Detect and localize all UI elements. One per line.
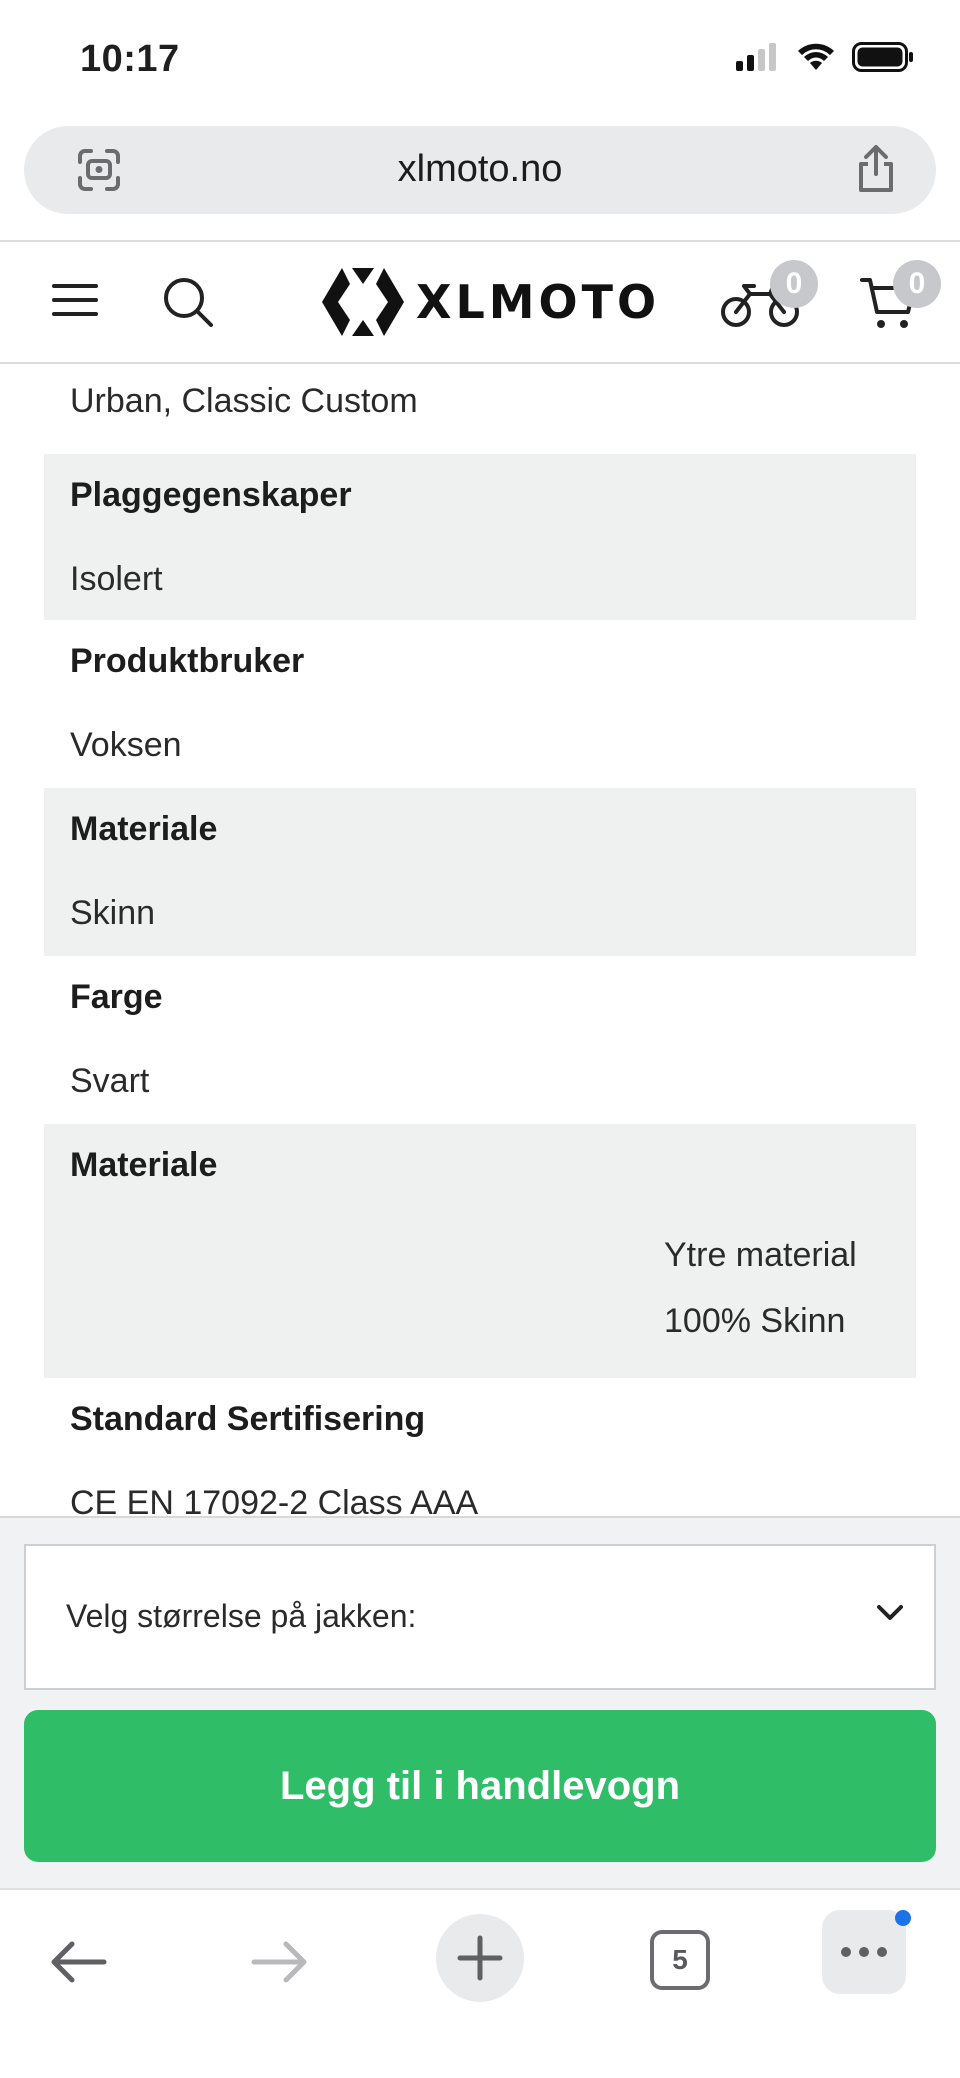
logo-text: XLMOTO bbox=[416, 275, 661, 329]
spec-value: Voksen bbox=[70, 726, 182, 764]
spec-label: Materiale bbox=[70, 810, 218, 848]
spec-value: Urban, Classic Custom bbox=[70, 382, 418, 420]
spec-row: Produktbruker Voksen bbox=[44, 620, 916, 788]
search-icon[interactable] bbox=[162, 276, 214, 328]
size-select-label: Velg størrelse på jakken: bbox=[66, 1598, 417, 1634]
spec-row: Plaggegenskaper Isolert bbox=[44, 454, 916, 620]
status-icons bbox=[736, 42, 914, 72]
url-text[interactable]: xlmoto.no bbox=[24, 148, 936, 191]
spec-label: Standard Sertifisering bbox=[70, 1400, 426, 1438]
forward-arrow-icon[interactable] bbox=[250, 1940, 310, 1984]
cellular-signal-icon bbox=[736, 43, 776, 71]
product-specifications: Urban, Classic Custom Plaggegenskaper Is… bbox=[0, 364, 960, 1516]
purchase-panel: Velg størrelse på jakken: Legg til i han… bbox=[0, 1516, 960, 1888]
spec-value: Skinn bbox=[70, 894, 156, 932]
spec-value: Svart bbox=[70, 1062, 150, 1100]
address-bar[interactable]: xlmoto.no bbox=[24, 126, 936, 214]
tabs-button[interactable]: 5 bbox=[650, 1930, 710, 1990]
spec-row: Farge Svart bbox=[44, 956, 916, 1124]
battery-icon bbox=[852, 42, 913, 72]
spec-value: CE EN 17092-2 Class AAA bbox=[70, 1484, 479, 1516]
spec-value: Ytre material bbox=[664, 1236, 857, 1274]
xlmoto-logo[interactable]: XLMOTO bbox=[318, 264, 660, 340]
size-select[interactable]: Velg størrelse på jakken: bbox=[24, 1544, 936, 1690]
more-menu-button[interactable] bbox=[822, 1910, 906, 1994]
more-dots-icon bbox=[841, 1947, 887, 1957]
spec-label: Farge bbox=[70, 978, 163, 1016]
chevron-down-icon bbox=[877, 1605, 903, 1620]
cart-count-badge: 0 bbox=[893, 260, 941, 308]
site-header: XLMOTO 0 0 bbox=[0, 242, 960, 362]
wifi-icon bbox=[798, 43, 834, 70]
spec-value: Isolert bbox=[70, 560, 163, 598]
spec-row: Materiale Ytre material 100% Skinn bbox=[44, 1124, 916, 1378]
logo-mark-icon bbox=[322, 268, 404, 336]
share-icon[interactable] bbox=[854, 144, 898, 194]
garage-count-badge: 0 bbox=[770, 260, 818, 308]
spec-value: 100% Skinn bbox=[664, 1302, 846, 1340]
plus-icon bbox=[457, 1935, 503, 1981]
spec-label: Materiale bbox=[70, 1146, 218, 1184]
spec-label: Produktbruker bbox=[70, 642, 305, 680]
browser-toolbar: 5 bbox=[0, 1888, 960, 2078]
back-arrow-icon[interactable] bbox=[48, 1940, 108, 1984]
new-tab-button[interactable] bbox=[436, 1914, 524, 2002]
notification-dot bbox=[895, 1910, 911, 1926]
status-bar: 10:17 bbox=[0, 0, 960, 120]
hamburger-menu-icon[interactable] bbox=[52, 282, 98, 318]
spec-label: Plaggegenskaper bbox=[70, 476, 352, 514]
status-time: 10:17 bbox=[80, 38, 180, 80]
spec-row: Standard Sertifisering CE EN 17092-2 Cla… bbox=[44, 1378, 916, 1516]
add-to-cart-button[interactable]: Legg til i handlevogn bbox=[24, 1710, 936, 1862]
spec-row: Materiale Skinn bbox=[44, 788, 916, 956]
